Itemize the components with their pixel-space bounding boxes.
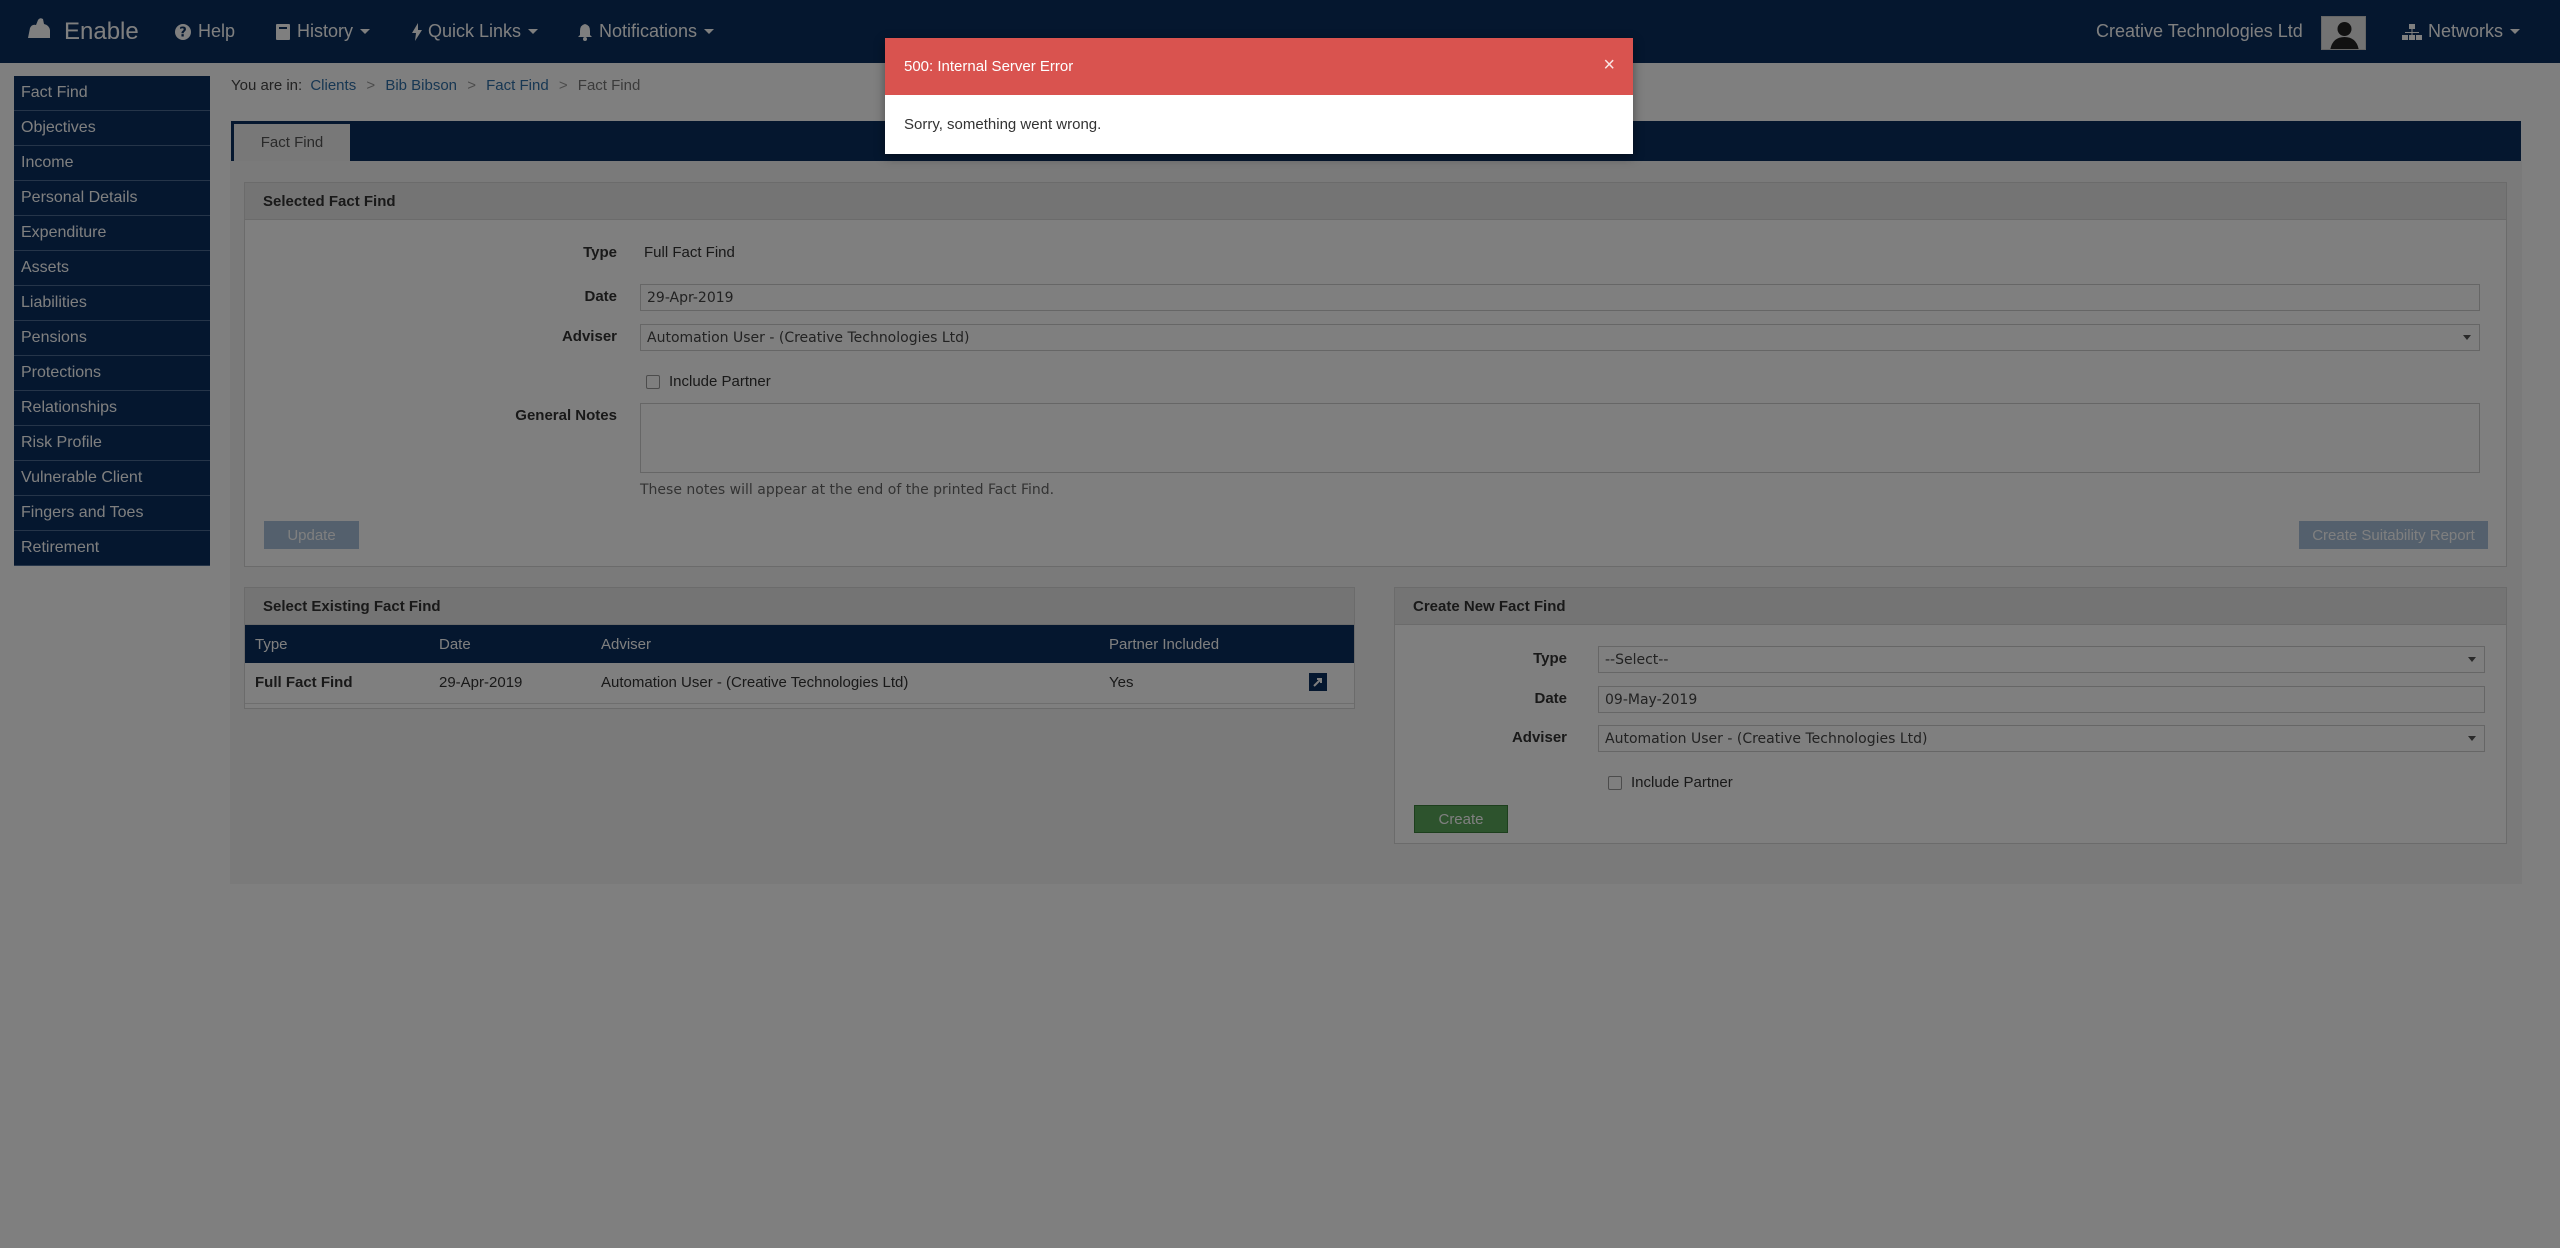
modal-message: Sorry, something went wrong. (904, 116, 1102, 133)
modal-body: Sorry, something went wrong. (885, 95, 1633, 154)
modal-header: 500: Internal Server Error × (885, 38, 1633, 95)
error-modal: 500: Internal Server Error × Sorry, some… (885, 38, 1633, 154)
close-icon[interactable]: × (1603, 54, 1615, 77)
modal-backdrop[interactable] (0, 0, 2560, 1248)
modal-title: 500: Internal Server Error (904, 58, 1074, 75)
